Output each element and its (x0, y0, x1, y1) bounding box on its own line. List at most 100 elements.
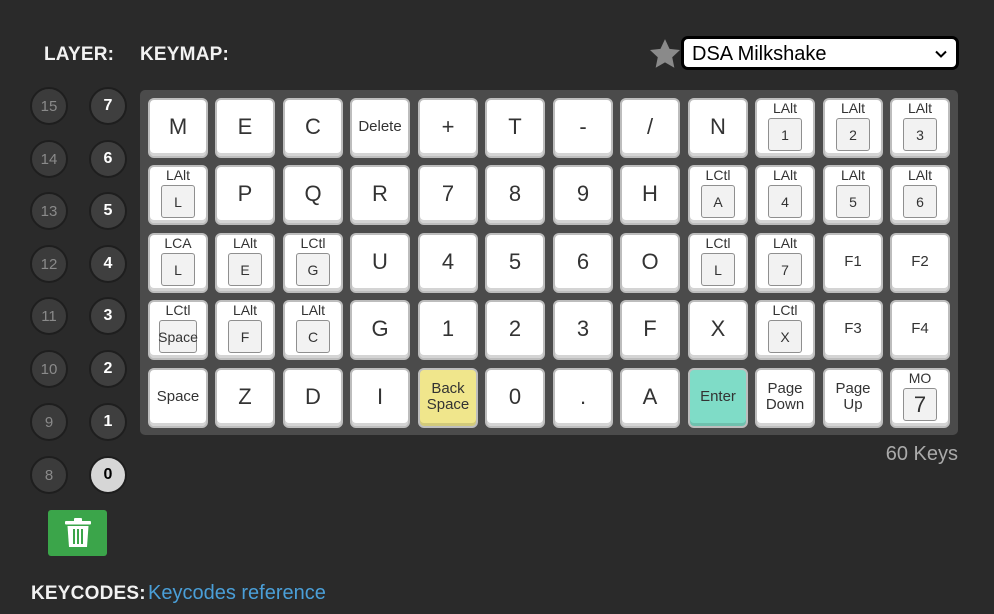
star-icon[interactable] (648, 37, 682, 71)
key-r2-c2[interactable]: P (215, 165, 275, 225)
key-modifier-label: LCtl (300, 235, 326, 251)
layer-button-10[interactable]: 10 (30, 350, 68, 388)
layer-button-11[interactable]: 11 (30, 297, 68, 335)
key-r2-c1[interactable]: LAlt L (148, 165, 208, 225)
layer-button-13[interactable]: 13 (30, 192, 68, 230)
key-r5-c5[interactable]: Back Space (418, 368, 478, 428)
key-r5-c7[interactable]: . (553, 368, 613, 428)
key-label: P (237, 180, 253, 206)
key-r5-c6[interactable]: 0 (485, 368, 545, 428)
key-r2-c3[interactable]: Q (283, 165, 343, 225)
layer-button-2[interactable]: 2 (89, 350, 127, 388)
key-inner-label: 5 (836, 185, 870, 218)
key-r5-c8[interactable]: A (620, 368, 680, 428)
layer-button-4[interactable]: 4 (89, 245, 127, 283)
key-r5-c10[interactable]: Page Down (755, 368, 815, 428)
layer-button-12[interactable]: 12 (30, 245, 68, 283)
layer-button-9[interactable]: 9 (30, 403, 68, 441)
key-r5-c9[interactable]: Enter (688, 368, 748, 428)
key-r1-c7[interactable]: - (553, 98, 613, 158)
key-r2-c7[interactable]: 9 (553, 165, 613, 225)
key-r2-c12[interactable]: LAlt 6 (890, 165, 950, 225)
key-r5-c11[interactable]: Page Up (823, 368, 883, 428)
key-r4-c5[interactable]: 1 (418, 300, 478, 360)
layer-button-6[interactable]: 6 (89, 140, 127, 178)
key-r4-c11[interactable]: F3 (823, 300, 883, 360)
key-r1-c4[interactable]: Delete (350, 98, 410, 158)
key-r5-c12[interactable]: MO 7 (890, 368, 950, 428)
key-r3-c9[interactable]: LCtl L (688, 233, 748, 293)
layer-button-1[interactable]: 1 (89, 403, 127, 441)
key-label: 6 (576, 248, 590, 274)
key-r1-c12[interactable]: LAlt 3 (890, 98, 950, 158)
key-r3-c6[interactable]: 5 (485, 233, 545, 293)
layer-button-0[interactable]: 0 (89, 456, 127, 494)
key-r4-c10[interactable]: LCtl X (755, 300, 815, 360)
key-r1-c2[interactable]: E (215, 98, 275, 158)
key-label: Page Down (765, 379, 805, 413)
key-r2-c5[interactable]: 7 (418, 165, 478, 225)
key-r1-c5[interactable]: + (418, 98, 478, 158)
key-r2-c4[interactable]: R (350, 165, 410, 225)
key-r2-c9[interactable]: LCtl A (688, 165, 748, 225)
key-r5-c2[interactable]: Z (215, 368, 275, 428)
key-r3-c11[interactable]: F1 (823, 233, 883, 293)
key-r1-c11[interactable]: LAlt 2 (823, 98, 883, 158)
layer-button-3[interactable]: 3 (89, 297, 127, 335)
key-r3-c2[interactable]: LAlt E (215, 233, 275, 293)
keymap-heading: KEYMAP: (140, 44, 230, 65)
key-r1-c8[interactable]: / (620, 98, 680, 158)
key-r4-c12[interactable]: F4 (890, 300, 950, 360)
key-r4-c8[interactable]: F (620, 300, 680, 360)
layer-button-14[interactable]: 14 (30, 140, 68, 178)
key-r5-c1[interactable]: Space (148, 368, 208, 428)
key-r1-c10[interactable]: LAlt 1 (755, 98, 815, 158)
key-r1-c3[interactable]: C (283, 98, 343, 158)
clear-keymap-button[interactable] (48, 510, 107, 556)
key-r3-c10[interactable]: LAlt 7 (755, 233, 815, 293)
key-r3-c7[interactable]: 6 (553, 233, 613, 293)
key-r3-c8[interactable]: O (620, 233, 680, 293)
layer-button-15[interactable]: 15 (30, 87, 68, 125)
key-r3-c4[interactable]: U (350, 233, 410, 293)
key-r4-c2[interactable]: LAlt F (215, 300, 275, 360)
key-label: + (441, 113, 455, 139)
key-label: X (710, 315, 726, 341)
key-r4-c6[interactable]: 2 (485, 300, 545, 360)
key-r2-c10[interactable]: LAlt 4 (755, 165, 815, 225)
key-inner-label: C (296, 320, 330, 353)
key-label: Delete (358, 117, 402, 135)
layer-button-8[interactable]: 8 (30, 456, 68, 494)
key-r4-c1[interactable]: LCtl Space (148, 300, 208, 360)
key-r4-c4[interactable]: G (350, 300, 410, 360)
key-r1-c1[interactable]: M (148, 98, 208, 158)
key-inner-label: 1 (768, 118, 802, 151)
key-r3-c12[interactable]: F2 (890, 233, 950, 293)
key-r1-c6[interactable]: T (485, 98, 545, 158)
key-label: T (508, 113, 522, 139)
key-r3-c3[interactable]: LCtl G (283, 233, 343, 293)
key-r4-c9[interactable]: X (688, 300, 748, 360)
key-modifier-label: LAlt (232, 235, 258, 251)
key-r5-c4[interactable]: I (350, 368, 410, 428)
key-inner-label: 2 (836, 118, 870, 151)
layer-button-7[interactable]: 7 (89, 87, 127, 125)
key-r2-c11[interactable]: LAlt 5 (823, 165, 883, 225)
key-r1-c9[interactable]: N (688, 98, 748, 158)
key-r2-c8[interactable]: H (620, 165, 680, 225)
key-r2-c6[interactable]: 8 (485, 165, 545, 225)
key-label: 1 (441, 315, 455, 341)
key-modifier-label: LCtl (705, 235, 731, 251)
key-inner-label: 3 (903, 118, 937, 151)
key-label: C (305, 113, 321, 139)
key-r4-c7[interactable]: 3 (553, 300, 613, 360)
key-count: 60 Keys (885, 443, 958, 465)
layer-button-5[interactable]: 5 (89, 192, 127, 230)
keycodes-reference-link[interactable]: Keycodes reference (148, 582, 326, 605)
key-r3-c5[interactable]: 4 (418, 233, 478, 293)
key-r4-c3[interactable]: LAlt C (283, 300, 343, 360)
key-r3-c1[interactable]: LCA L (148, 233, 208, 293)
keymap-select[interactable]: DSA Milkshake (681, 36, 959, 70)
key-modifier-label: LAlt (165, 167, 191, 183)
key-r5-c3[interactable]: D (283, 368, 343, 428)
